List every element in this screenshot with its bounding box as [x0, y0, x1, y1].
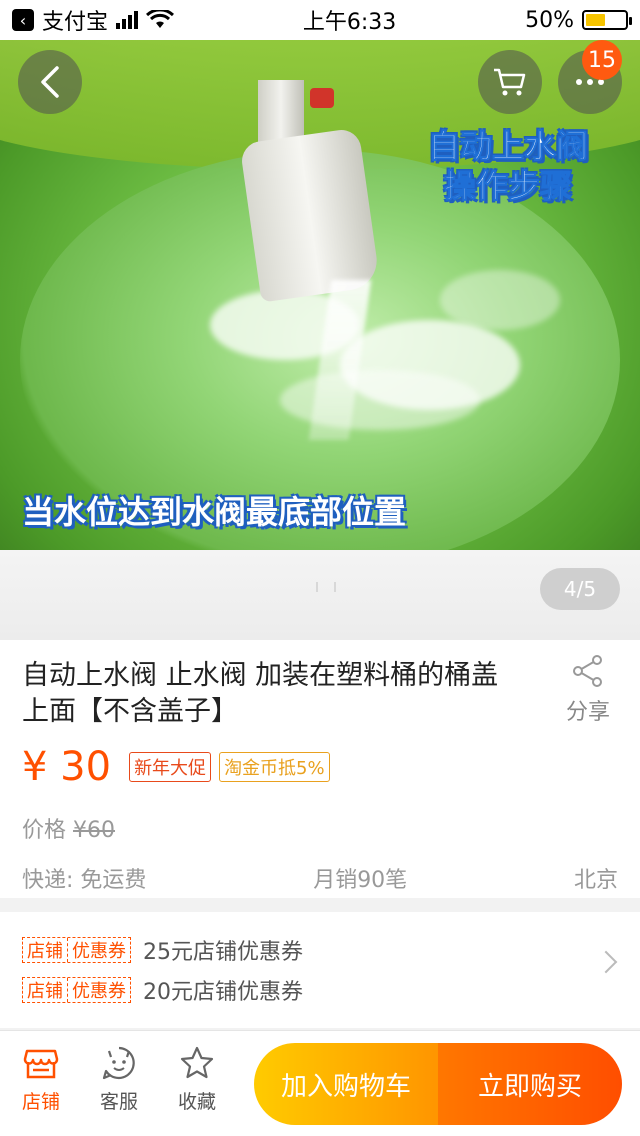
- battery-percent: 50%: [525, 7, 574, 33]
- store-label: 店铺: [21, 1091, 60, 1113]
- back-button[interactable]: [18, 50, 82, 114]
- gallery-strip: 4/5: [0, 550, 640, 640]
- status-bar: ‹ 支付宝 上午6:33 50%: [0, 0, 640, 40]
- coupon-tag: 店铺 优惠券: [22, 977, 131, 1003]
- meta-row: 快递: 免运费 月销90笔 北京: [22, 862, 618, 894]
- caption-top-line2: 操作步骤: [443, 167, 572, 206]
- store-icon: [23, 1049, 59, 1079]
- service-label: 客服: [99, 1091, 138, 1113]
- purchase-buttons: 加入购物车 立即购买: [254, 1043, 622, 1125]
- status-right: 50%: [525, 7, 632, 33]
- caption-top-line1: 自动上水阀: [427, 127, 588, 166]
- valve-red-part: [310, 88, 334, 108]
- back-arrow-icon: [41, 66, 59, 98]
- original-price-value: ¥60: [73, 818, 116, 843]
- gallery-dots: [316, 582, 336, 592]
- coupon-item[interactable]: 店铺 优惠券 20元店铺优惠券: [22, 974, 303, 1006]
- store-button[interactable]: 店铺: [6, 1045, 76, 1114]
- coupon-tag: 店铺 优惠券: [22, 937, 131, 963]
- product-title: 自动上水阀 止水阀 加装在塑料桶的桶盖上面【不含盖子】: [22, 660, 499, 727]
- coupon-item[interactable]: 店铺 优惠券 25元店铺优惠券: [22, 934, 303, 966]
- share-icon: [573, 655, 602, 687]
- product-image[interactable]: 自动上水阀 操作步骤 当水位达到水阀最底部位置: [0, 40, 640, 550]
- add-to-cart-button[interactable]: 加入购物车: [254, 1043, 438, 1125]
- coupon-tag-right: 优惠券: [72, 941, 126, 962]
- caption-bottom: 当水位达到水阀最底部位置: [22, 493, 407, 531]
- coin-tag: 淘金币抵5%: [219, 752, 330, 782]
- bottom-bar: 店铺 客服 收藏 加入购物车 立即购买: [0, 1030, 640, 1136]
- status-time: 上午6:33: [302, 10, 397, 35]
- battery-icon: [581, 10, 632, 30]
- coupon-text: 20元店铺优惠券: [143, 980, 303, 1005]
- price: ¥ 30: [22, 744, 112, 790]
- page-indicator: 4/5: [540, 568, 620, 610]
- cart-button[interactable]: [478, 50, 542, 114]
- back-to-app-icon[interactable]: ‹: [12, 9, 34, 31]
- shipping-info: 快递: 免运费: [22, 868, 147, 893]
- favorite-label: 收藏: [177, 1091, 216, 1113]
- foam: [440, 270, 560, 330]
- share-button[interactable]: 分享: [560, 654, 616, 726]
- original-price: 价格 ¥60: [22, 812, 115, 844]
- product-info: 自动上水阀 止水阀 加装在塑料桶的桶盖上面【不含盖子】 分享 ¥ 30 新年大促…: [0, 640, 640, 898]
- monthly-sales: 月销90笔: [313, 868, 408, 893]
- cart-icon: [494, 68, 526, 96]
- coupon-tag-right: 优惠券: [72, 981, 126, 1002]
- customer-service-icon: [102, 1046, 135, 1080]
- valve-body: [239, 127, 381, 303]
- wifi-icon: [146, 10, 175, 28]
- coupon-text: 25元店铺优惠券: [143, 940, 303, 965]
- foam: [280, 370, 480, 430]
- original-price-label: 价格: [22, 818, 67, 843]
- caption-top: 自动上水阀 操作步骤: [427, 126, 588, 206]
- coupon-tag-left: 店铺: [27, 981, 63, 1002]
- buy-now-button[interactable]: 立即购买: [438, 1043, 622, 1125]
- ship-location: 北京: [573, 868, 618, 893]
- share-label: 分享: [565, 700, 610, 725]
- coupon-tag-left: 店铺: [27, 941, 63, 962]
- signal-icon: [116, 11, 139, 29]
- status-left: ‹ 支付宝: [12, 4, 175, 36]
- star-icon: [180, 1046, 214, 1079]
- chevron-right-icon[interactable]: [594, 950, 618, 974]
- customer-service-button[interactable]: 客服: [84, 1045, 154, 1114]
- price-row: ¥ 30 新年大促 淘金币抵5%: [22, 744, 330, 790]
- message-badge: 15: [582, 40, 622, 80]
- status-app-name[interactable]: 支付宝: [42, 4, 108, 36]
- promo-tag: 新年大促: [129, 752, 212, 782]
- coupon-section[interactable]: 店铺 优惠券 25元店铺优惠券 店铺 优惠券 20元店铺优惠券: [0, 912, 640, 1028]
- battery-level: [585, 14, 605, 26]
- favorite-button[interactable]: 收藏: [162, 1045, 232, 1114]
